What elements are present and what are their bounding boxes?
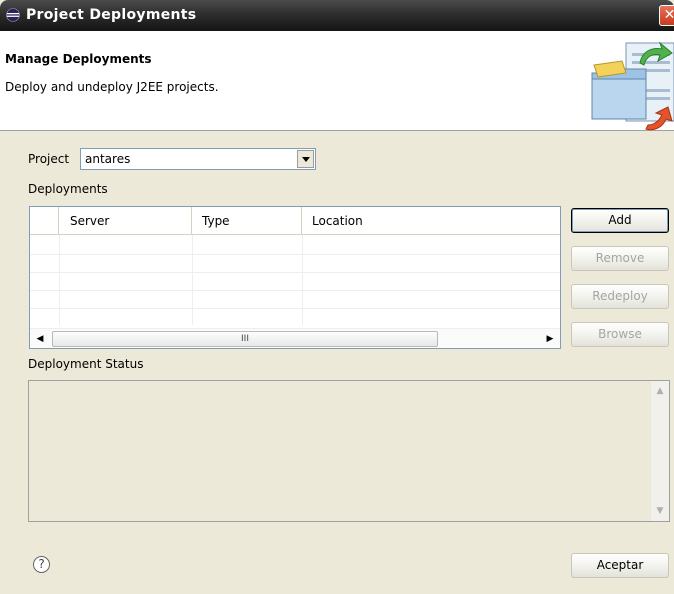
column-divider [59,235,60,325]
aceptar-button[interactable]: Aceptar [571,553,669,578]
deployment-status-label: Deployment Status [28,357,144,371]
header-banner: Manage Deployments Deploy and undeploy J… [0,31,674,131]
column-divider [192,235,193,325]
project-select[interactable]: antares [80,148,316,170]
scroll-up-icon[interactable]: ▲ [651,383,669,399]
row-divider [30,272,560,273]
horizontal-scrollbar[interactable]: ◀ III ▶ [30,328,560,348]
vertical-scrollbar[interactable]: ▲ ▼ [651,381,669,521]
project-label: Project [28,152,70,166]
row-divider [30,308,560,309]
chevron-down-icon[interactable] [297,150,314,168]
close-button[interactable]: ✕ [659,5,674,26]
column-header-select[interactable] [30,207,59,235]
column-divider [302,235,303,325]
remove-button[interactable]: Remove [571,246,669,271]
deployment-status-text[interactable]: ▲ ▼ [28,380,670,522]
redeploy-button[interactable]: Redeploy [571,284,669,309]
column-header-type[interactable]: Type [192,207,302,235]
scroll-thumb[interactable]: III [52,331,438,347]
help-icon[interactable]: ? [33,556,50,573]
banner-title: Manage Deployments [5,52,152,66]
row-divider [30,254,560,255]
scroll-down-icon[interactable]: ▼ [651,503,669,519]
title-bar[interactable]: Project Deployments ✕ [0,0,674,31]
table-header: Server Type Location [30,207,560,235]
row-divider [30,290,560,291]
project-select-value: antares [85,152,131,166]
eclipse-icon [6,8,20,22]
column-header-server[interactable]: Server [59,207,192,235]
column-header-location[interactable]: Location [302,207,560,235]
deployments-label: Deployments [28,182,108,196]
banner-description: Deploy and undeploy J2EE projects. [5,80,219,94]
scroll-left-icon[interactable]: ◀ [32,331,48,347]
deploy-folders-icon [591,41,674,131]
project-deployments-dialog: Project Deployments ✕ Manage Deployments… [0,0,674,594]
browse-button[interactable]: Browse [571,322,669,347]
window-title: Project Deployments [26,7,197,23]
add-button[interactable]: Add [571,208,669,233]
deployments-table[interactable]: Server Type Location ◀ III ▶ [29,206,561,349]
scroll-right-icon[interactable]: ▶ [542,331,558,347]
